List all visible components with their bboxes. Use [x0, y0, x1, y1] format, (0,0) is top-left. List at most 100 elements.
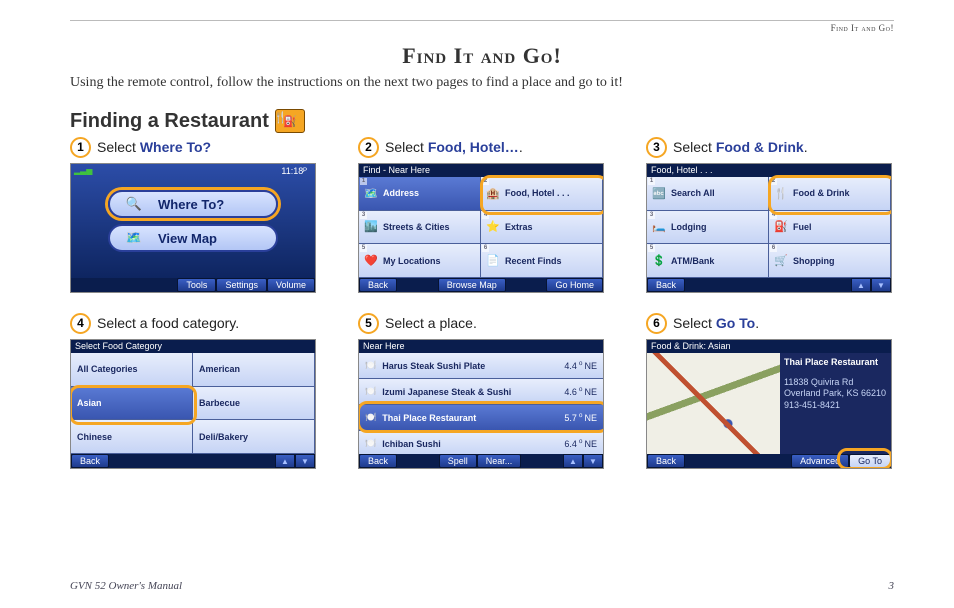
go-to-button[interactable]: Go To	[849, 454, 891, 468]
step-cell: 2 Select Food, Hotel…. Find - Near Here …	[358, 137, 604, 293]
advanced-button[interactable]: Advanced	[791, 454, 849, 468]
food-cat-item[interactable]: Asian	[71, 387, 193, 421]
screen-header: Food, Hotel . . .	[647, 164, 891, 178]
running-head: Find It and Go!	[70, 23, 894, 33]
step-cell: 3 Select Food & Drink. Food, Hotel . . .…	[646, 137, 892, 293]
shopping-item[interactable]: 6🛒Shopping	[769, 244, 891, 278]
place-address-line: Overland Park, KS 66210	[784, 388, 887, 400]
place-row[interactable]: 🍽️Harus Steak Sushi Plate4.4⁰ NE	[359, 353, 603, 379]
back-button[interactable]: Back	[647, 278, 685, 292]
place-row[interactable]: 🍽️Thai Place Restaurant5.7⁰ NE	[359, 405, 603, 431]
hotel-icon: 🏨	[485, 187, 501, 200]
fuel-item[interactable]: 4⛽Fuel	[769, 211, 891, 245]
device-screenshot: Select Food Category All Categories Amer…	[70, 339, 316, 469]
cart-icon: 🛒	[773, 254, 789, 267]
step-text: Select a place.	[385, 315, 477, 331]
food-icon: 🍽️	[365, 438, 376, 449]
step-cell: 6 Select Go To. Food & Drink: Asian Thai…	[646, 313, 892, 469]
step-number: 6	[646, 313, 667, 334]
device-screenshot: Find - Near Here 1🗺️Address 2🏨Food, Hote…	[358, 163, 604, 293]
tools-button[interactable]: Tools	[177, 278, 216, 292]
step-number: 5	[358, 313, 379, 334]
place-phone: 913-451-8421	[784, 400, 887, 412]
near-button[interactable]: Near...	[477, 454, 522, 468]
step-number: 1	[70, 137, 91, 158]
steps-grid: 1 Select Where To? ▂▃▅ 11:18ᴾ 🔍 Where To…	[70, 137, 894, 469]
settings-button[interactable]: Settings	[216, 278, 267, 292]
screen-header: Find - Near Here	[359, 164, 603, 178]
food-drink-item[interactable]: 2🍴Food & Drink	[769, 177, 891, 211]
step-cell: 5 Select a place. Near Here 🍽️Harus Stea…	[358, 313, 604, 469]
back-button[interactable]: Back	[647, 454, 685, 468]
scroll-up-button[interactable]: ▲	[563, 454, 583, 468]
step-text: Select Go To.	[673, 315, 759, 331]
map-icon: 🗺️	[120, 230, 148, 246]
intro-paragraph: Using the remote control, follow the ins…	[70, 75, 894, 91]
recent-finds-item[interactable]: 6📄Recent Finds	[481, 244, 603, 278]
recent-icon: 📄	[485, 254, 501, 267]
back-button[interactable]: Back	[359, 454, 397, 468]
device-screenshot: ▂▃▅ 11:18ᴾ 🔍 Where To? 🗺️ View Map Tools…	[70, 163, 316, 293]
scroll-up-button[interactable]: ▲	[275, 454, 295, 468]
place-row[interactable]: 🍽️Izumi Japanese Steak & Sushi4.6⁰ NE	[359, 379, 603, 405]
atm-bank-item[interactable]: 5💲ATM/Bank	[647, 244, 769, 278]
food-cat-item[interactable]: Deli/Bakery	[193, 420, 315, 454]
step-cell: 1 Select Where To? ▂▃▅ 11:18ᴾ 🔍 Where To…	[70, 137, 316, 293]
scroll-down-button[interactable]: ▼	[295, 454, 315, 468]
step-text: Select Food, Hotel….	[385, 139, 523, 155]
section-heading: Finding a Restaurant	[70, 110, 269, 133]
bed-icon: 🛏️	[651, 220, 667, 233]
signal-icon: ▂▃▅	[74, 166, 92, 175]
screen-header: Near Here	[359, 340, 603, 354]
city-icon: 🏙️	[363, 220, 379, 233]
step-text: Select Where To?	[97, 139, 211, 155]
footer-manual-name: GVN 52 Owner's Manual	[70, 580, 182, 592]
view-map-button[interactable]: 🗺️ View Map	[108, 224, 278, 252]
back-button[interactable]: Back	[359, 278, 397, 292]
my-locations-item[interactable]: 5❤️My Locations	[359, 244, 481, 278]
streets-item[interactable]: 3🏙️Streets & Cities	[359, 211, 481, 245]
fuel-icon: ⛽	[773, 220, 789, 233]
footer-page-number: 3	[889, 580, 895, 592]
step-text: Select a food category.	[97, 315, 239, 331]
address-item[interactable]: 1🗺️Address	[359, 177, 481, 211]
step-number: 2	[358, 137, 379, 158]
map-preview[interactable]	[647, 353, 782, 454]
abc-icon: 🔤	[651, 187, 667, 200]
place-name: Thai Place Restaurant	[784, 357, 887, 369]
spell-button[interactable]: Spell	[439, 454, 477, 468]
step-number: 3	[646, 137, 667, 158]
device-screenshot: Food, Hotel . . . 1🔤Search All 2🍴Food & …	[646, 163, 892, 293]
food-cat-item[interactable]: All Categories	[71, 353, 193, 387]
scroll-up-button[interactable]: ▲	[851, 278, 871, 292]
scroll-down-button[interactable]: ▼	[583, 454, 603, 468]
clock: 11:18ᴾ	[281, 166, 307, 176]
food-cat-item[interactable]: American	[193, 353, 315, 387]
volume-button[interactable]: Volume	[267, 278, 315, 292]
browse-map-button[interactable]: Browse Map	[438, 278, 506, 292]
heart-icon: ❤️	[363, 254, 379, 267]
where-to-button[interactable]: 🔍 Where To?	[108, 190, 278, 218]
food-cat-item[interactable]: Barbecue	[193, 387, 315, 421]
food-hotel-item[interactable]: 2🏨Food, Hotel . . .	[481, 177, 603, 211]
device-screenshot: Food & Drink: Asian Thai Place Restauran…	[646, 339, 892, 469]
address-icon: 🗺️	[363, 187, 379, 200]
search-all-item[interactable]: 1🔤Search All	[647, 177, 769, 211]
extras-item[interactable]: 4⭐Extras	[481, 211, 603, 245]
food-gas-icon: ⛽	[275, 109, 305, 133]
step-cell: 4 Select a food category. Select Food Ca…	[70, 313, 316, 469]
place-details: Thai Place Restaurant 11838 Quivira Rd O…	[780, 353, 891, 454]
go-home-button[interactable]: Go Home	[546, 278, 603, 292]
back-button[interactable]: Back	[71, 454, 109, 468]
page-title: Find It and Go!	[70, 43, 894, 69]
food-cat-item[interactable]: Chinese	[71, 420, 193, 454]
dollar-icon: 💲	[651, 254, 667, 267]
scroll-down-button[interactable]: ▼	[871, 278, 891, 292]
step-number: 4	[70, 313, 91, 334]
device-screenshot: Near Here 🍽️Harus Steak Sushi Plate4.4⁰ …	[358, 339, 604, 469]
lodging-item[interactable]: 3🛏️Lodging	[647, 211, 769, 245]
place-address-line: 11838 Quivira Rd	[784, 377, 887, 389]
star-icon: ⭐	[485, 220, 501, 233]
screen-header: Food & Drink: Asian	[647, 340, 891, 354]
food-icon: 🍽️	[365, 360, 376, 371]
